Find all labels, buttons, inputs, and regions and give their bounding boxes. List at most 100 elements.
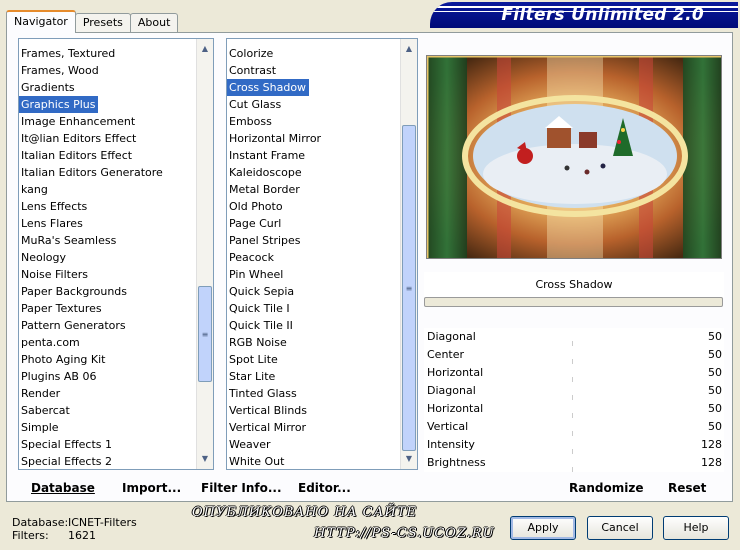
filter-info-button[interactable]: Filter Info...	[201, 481, 282, 495]
database-status-label: Database:	[12, 516, 69, 529]
category-list-item[interactable]: Gradients	[19, 79, 196, 96]
param-value: 50	[708, 348, 722, 361]
category-list-item[interactable]: Pattern Generators	[19, 317, 196, 334]
category-list-item[interactable]: Paper Backgrounds	[19, 283, 196, 300]
filter-list-item[interactable]: Metal Border	[227, 181, 400, 198]
category-list-item[interactable]: Frames, Wood	[19, 62, 196, 79]
param-slider-row[interactable]: Intensity 128	[424, 436, 724, 454]
category-list-item[interactable]: Render	[19, 385, 196, 402]
apply-button[interactable]: Apply	[510, 516, 576, 540]
category-list-item[interactable]: Simple	[19, 419, 196, 436]
category-list-item[interactable]: Plugins AB 06	[19, 368, 196, 385]
category-list-item[interactable]: Photo Aging Kit	[19, 351, 196, 368]
filter-list-item[interactable]: Contrast	[227, 62, 400, 79]
param-slider-row[interactable]: Center 50	[424, 346, 724, 364]
tab-about[interactable]: About	[129, 13, 179, 33]
filter-list-item[interactable]: Colorize	[227, 45, 400, 62]
category-list-item[interactable]: Graphics Plus	[19, 96, 99, 113]
database-button[interactable]: Database	[31, 481, 95, 495]
filter-list-item[interactable]: Peacock	[227, 249, 400, 266]
help-button[interactable]: Help	[663, 516, 729, 540]
cancel-button[interactable]: Cancel	[587, 516, 653, 540]
filter-list-item[interactable]: RGB Noise	[227, 334, 400, 351]
scroll-thumb[interactable]: ≡	[402, 125, 416, 451]
watermark-line-1: ОПУБЛИКОВАНО НА САЙТЕ	[192, 505, 417, 520]
filter-list-item[interactable]: Quick Tile I	[227, 300, 400, 317]
scroll-up-icon[interactable]: ▲	[197, 41, 213, 57]
param-label: Diagonal	[427, 384, 476, 397]
filter-list-item[interactable]: Vertical Mirror	[227, 419, 400, 436]
scroll-down-icon[interactable]: ▼	[197, 451, 213, 467]
param-value: 50	[708, 420, 722, 433]
category-list-item[interactable]: Special Effects 2	[19, 453, 196, 469]
tab-strip: Navigator Presets About	[6, 10, 179, 33]
category-list-item[interactable]: Noise Filters	[19, 266, 196, 283]
filter-list-item[interactable]: Vertical Blinds	[227, 402, 400, 419]
filter-list-item[interactable]: Star Lite	[227, 368, 400, 385]
scroll-down-icon[interactable]: ▼	[401, 451, 417, 467]
filter-list-item[interactable]: Old Photo	[227, 198, 400, 215]
param-slider-row[interactable]: Vertical 50	[424, 418, 724, 436]
category-list-item[interactable]: Lens Flares	[19, 215, 196, 232]
import-button[interactable]: Import...	[122, 481, 181, 495]
param-label: Center	[427, 348, 465, 361]
editor-button[interactable]: Editor...	[298, 481, 351, 495]
param-slider-row[interactable]: Diagonal 50	[424, 328, 724, 346]
param-value: 50	[708, 384, 722, 397]
param-slider-row[interactable]: Horizontal 50	[424, 400, 724, 418]
filter-list-item[interactable]: Instant Frame	[227, 147, 400, 164]
filters-count-value: 1621	[68, 529, 96, 542]
tab-navigator[interactable]: Navigator	[6, 10, 76, 33]
filter-list-item[interactable]: Spot Lite	[227, 351, 400, 368]
randomize-button[interactable]: Randomize	[569, 481, 643, 495]
filter-list-item[interactable]: Panel Stripes	[227, 232, 400, 249]
category-list-item[interactable]: Paper Textures	[19, 300, 196, 317]
preview-image	[426, 55, 722, 259]
filter-list-item[interactable]: Kaleidoscope	[227, 164, 400, 181]
filter-list-item[interactable]: Quick Tile II	[227, 317, 400, 334]
scroll-up-icon[interactable]: ▲	[401, 41, 417, 57]
category-list-item[interactable]: kang	[19, 181, 196, 198]
param-value: 50	[708, 330, 722, 343]
filter-list-item[interactable]: Emboss	[227, 113, 400, 130]
filter-list-item[interactable]: Quick Sepia	[227, 283, 400, 300]
param-label: Intensity	[427, 438, 475, 451]
category-list-item[interactable]: Special Effects 1	[19, 436, 196, 453]
reset-button[interactable]: Reset	[668, 481, 706, 495]
param-value: 128	[701, 456, 722, 469]
param-value: 50	[708, 402, 722, 415]
filter-list-item[interactable]: Cross Shadow	[227, 79, 310, 96]
filter-list-item[interactable]: White Out	[227, 453, 400, 469]
scroll-thumb[interactable]: ≡	[198, 286, 212, 382]
param-slider-row[interactable]: Horizontal 50	[424, 364, 724, 382]
slider-tick	[572, 467, 578, 472]
filters-count-label: Filters:	[12, 529, 49, 542]
filter-scrollbar[interactable]: ▲ ≡ ▼	[400, 39, 417, 469]
filter-list-item[interactable]: Page Curl	[227, 215, 400, 232]
category-list-item[interactable]: Italian Editors Generatore	[19, 164, 196, 181]
category-list-item[interactable]: Sabercat	[19, 402, 196, 419]
category-list-item[interactable]: Italian Editors Effect	[19, 147, 196, 164]
category-list-item[interactable]: penta.com	[19, 334, 196, 351]
database-status-value: ICNET-Filters	[68, 516, 137, 529]
param-value: 128	[701, 438, 722, 451]
param-slider-row[interactable]: Diagonal 50	[424, 382, 724, 400]
filter-list-item[interactable]: Tinted Glass	[227, 385, 400, 402]
category-scrollbar[interactable]: ▲ ≡ ▼	[196, 39, 213, 469]
tab-presets[interactable]: Presets	[74, 13, 131, 33]
category-list[interactable]: Frames, Textured Frames, Wood Gradients Gra…	[18, 38, 214, 470]
category-list-item[interactable]: It@lian Editors Effect	[19, 130, 196, 147]
category-list-item[interactable]: Frames, Textured	[19, 45, 196, 62]
filter-list-item[interactable]: Pin Wheel	[227, 266, 400, 283]
category-list-item[interactable]: Lens Effects	[19, 198, 196, 215]
filter-list-item[interactable]: Horizontal Mirror	[227, 130, 400, 147]
param-label: Diagonal	[427, 330, 476, 343]
param-slider-row[interactable]: Brightness 128	[424, 454, 724, 472]
filter-list-item[interactable]: Cut Glass	[227, 96, 400, 113]
category-list-item[interactable]: MuRa's Seamless	[19, 232, 196, 249]
category-list-item[interactable]: Image Enhancement	[19, 113, 196, 130]
filter-list[interactable]: Colorize Contrast Cross Shadow Cut Glass Emb…	[226, 38, 418, 470]
filter-list-item[interactable]: Weaver	[227, 436, 400, 453]
param-label: Horizontal	[427, 366, 484, 379]
category-list-item[interactable]: Neology	[19, 249, 196, 266]
